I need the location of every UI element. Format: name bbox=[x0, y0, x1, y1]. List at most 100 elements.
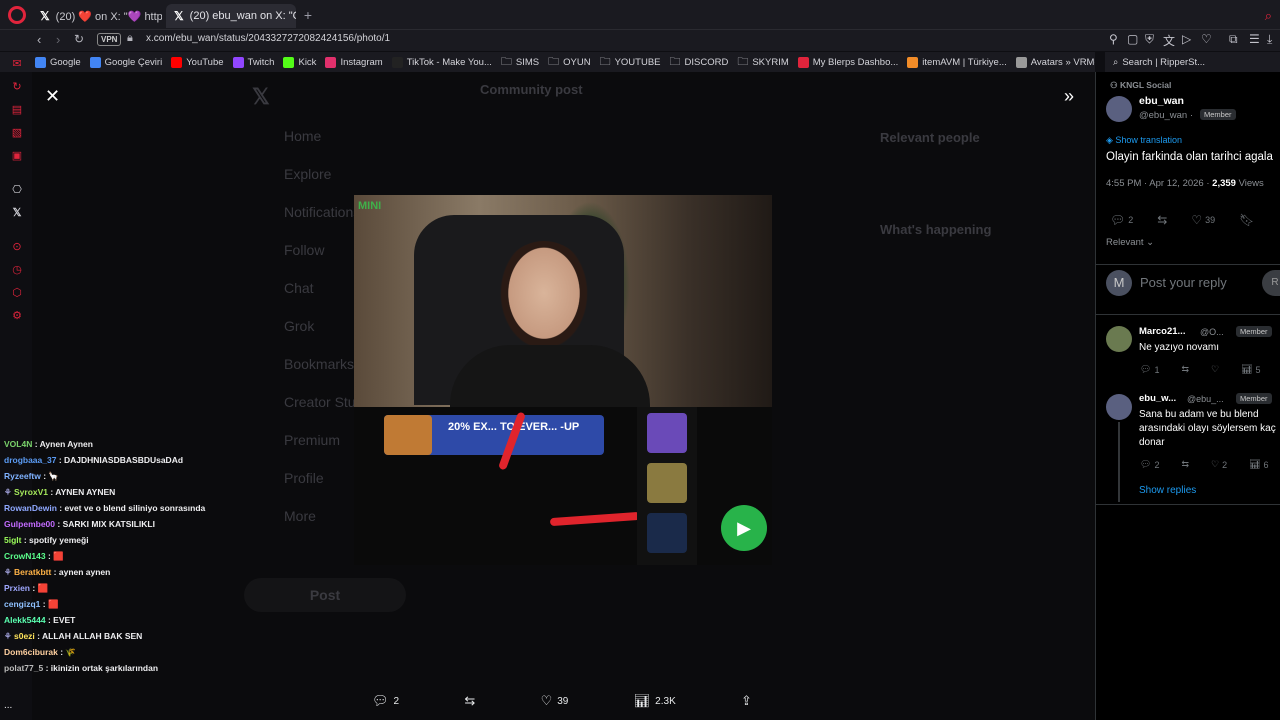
chat-username[interactable]: Beratkbtt bbox=[14, 567, 51, 577]
bookmark-button[interactable]: 🔖︎ bbox=[1239, 213, 1254, 227]
messenger-icon[interactable]: ✉ bbox=[10, 57, 24, 71]
chat-username[interactable]: Prxien bbox=[4, 583, 30, 593]
new-tab-button[interactable]: + bbox=[300, 7, 316, 23]
bookmark-item[interactable]: Google Çeviri bbox=[89, 56, 162, 68]
chat-username[interactable]: Dom6ciburak bbox=[4, 647, 58, 657]
like-button[interactable]: ♡ 2 bbox=[1211, 459, 1227, 470]
community-label[interactable]: ⚇ KNGL Social bbox=[1110, 80, 1171, 91]
post-timestamp[interactable]: 4:55 PM · Apr 12, 2026 · bbox=[1106, 178, 1210, 189]
comment-author-handle[interactable]: @O... bbox=[1200, 327, 1224, 337]
chat-username[interactable]: cengizq1 bbox=[4, 599, 40, 609]
bookmark-item[interactable]: 🗀︎ SIMS bbox=[501, 56, 539, 68]
reply-submit-button[interactable]: R bbox=[1262, 270, 1280, 296]
url-field[interactable]: x.com/ebu_wan/status/2043327272082424156… bbox=[146, 33, 390, 44]
chat-username[interactable]: s0ezi bbox=[14, 631, 35, 641]
bookmark-item[interactable]: Avatars » VRMode... bbox=[1015, 56, 1095, 68]
easy-setup-icon[interactable]: ☰ bbox=[1249, 32, 1260, 46]
views-button[interactable]: 📊︎ 2.3K bbox=[634, 693, 676, 709]
views-button[interactable]: 📊︎ 6 bbox=[1249, 459, 1268, 470]
comment-author-handle[interactable]: @ebu_... bbox=[1187, 394, 1224, 404]
bookmark-item[interactable]: Kick bbox=[283, 56, 316, 68]
chat-username[interactable]: drogbaaa_37 bbox=[4, 455, 56, 465]
author-avatar[interactable] bbox=[1106, 96, 1132, 122]
repost-button[interactable]: ⇆ bbox=[1181, 459, 1189, 470]
translate-icon[interactable]: 文 bbox=[1163, 32, 1175, 49]
chat-username[interactable]: polat77_5 bbox=[4, 663, 43, 673]
bookmark-item[interactable]: YouTube bbox=[171, 56, 224, 68]
chat-username[interactable]: 5iglt bbox=[4, 535, 21, 545]
views-button[interactable]: 📊︎ 5 bbox=[1241, 364, 1260, 375]
forward-icon[interactable]: › bbox=[56, 32, 60, 47]
like-button[interactable]: ♡ 39 bbox=[541, 693, 569, 709]
bookmark-item[interactable]: Instagram bbox=[325, 56, 383, 68]
settings-icon[interactable]: ⚙ bbox=[10, 309, 24, 323]
chat-username[interactable]: Ryzeeftw bbox=[4, 471, 41, 481]
like-button[interactable]: ♡ bbox=[1211, 364, 1219, 375]
pin-icon[interactable]: ⚲ bbox=[1109, 32, 1118, 46]
reply-button[interactable]: 💬︎ 2 bbox=[1110, 213, 1133, 227]
shield-icon[interactable]: ⛨ bbox=[1145, 32, 1154, 47]
bookmark-item[interactable]: My Blerps Dashbo... bbox=[797, 56, 898, 68]
back-icon[interactable]: ‹ bbox=[37, 32, 41, 47]
bookmark-icon[interactable]: ▢ bbox=[1127, 32, 1138, 46]
like-button[interactable]: ♡ 39 bbox=[1191, 213, 1215, 227]
bookmark-item[interactable]: Twitch bbox=[232, 56, 274, 68]
show-translation-link[interactable]: ◈ Show translation bbox=[1106, 135, 1182, 146]
bookmark-item[interactable]: 🗀︎ SKYRIM bbox=[737, 56, 788, 68]
search-tabs-icon[interactable]: ⌕ bbox=[1265, 8, 1272, 24]
reload-icon[interactable]: ↻ bbox=[74, 32, 84, 46]
extensions-sidebar-icon[interactable]: ⬡ bbox=[10, 286, 24, 300]
player-icon[interactable]: ▣ bbox=[10, 149, 24, 163]
bookmark-item[interactable]: 🗀︎ YOUTUBE bbox=[600, 56, 661, 68]
chat-username[interactable]: SyroxV1 bbox=[14, 487, 48, 497]
aria-icon[interactable]: ↻ bbox=[10, 80, 24, 94]
shopping-icon[interactable]: ▤ bbox=[10, 103, 24, 117]
close-icon[interactable]: ✕ bbox=[45, 86, 60, 107]
pinboard-icon[interactable]: ▧ bbox=[10, 126, 24, 140]
comment-author-name[interactable]: Marco21... bbox=[1139, 326, 1185, 337]
speed-dial-icon[interactable]: ⊙ bbox=[10, 240, 24, 254]
chat-username[interactable]: CrowN143 bbox=[4, 551, 46, 561]
author-name[interactable]: ebu_wan bbox=[1139, 95, 1184, 107]
reply-button[interactable]: 💬︎ 1 bbox=[1140, 364, 1159, 375]
bookmark-item[interactable]: itemAVM | Türkiye... bbox=[907, 56, 1007, 68]
share-button[interactable]: ⇪ bbox=[741, 693, 752, 709]
promo-banner-image bbox=[384, 415, 432, 455]
x-sidebar-icon[interactable]: 𝕏 bbox=[10, 206, 24, 220]
bookmark-item[interactable]: 🗀︎ OYUN bbox=[548, 56, 590, 68]
opera-logo-icon[interactable] bbox=[8, 6, 26, 24]
repost-button[interactable]: ⇆ bbox=[464, 693, 475, 709]
reply-button[interactable]: 💬︎ 2 bbox=[372, 693, 399, 709]
comment-avatar[interactable] bbox=[1106, 326, 1132, 352]
browser-tab-2[interactable]: 𝕏 (20) ebu_wan on X: "Olayı bbox=[166, 4, 296, 28]
extensions-icon[interactable]: ⧉ bbox=[1229, 32, 1238, 47]
browser-tab-1[interactable]: 𝕏 (20) ❤️ on X: "💜 https bbox=[32, 4, 162, 28]
lock-icon[interactable]: 🔒︎ bbox=[127, 32, 133, 45]
history-icon[interactable]: ◷ bbox=[10, 263, 24, 277]
comment-author-name[interactable]: ebu_w... bbox=[1139, 393, 1176, 404]
bookmark-search-ripper[interactable]: ⌕ Search | RipperSt... bbox=[1105, 52, 1280, 72]
reply-button[interactable]: 💬︎ 2 bbox=[1140, 459, 1159, 470]
comment-avatar[interactable] bbox=[1106, 394, 1132, 420]
bookmark-item[interactable]: 🗀︎ DISCORD bbox=[670, 56, 729, 68]
sort-dropdown[interactable]: Relevant ⌄ bbox=[1106, 237, 1154, 248]
chatgpt-icon[interactable]: ⎔ bbox=[10, 183, 24, 197]
repost-button[interactable]: ⇆ bbox=[1157, 213, 1167, 227]
play-icon[interactable]: ▷ bbox=[1182, 32, 1191, 46]
chat-username[interactable]: Alekk5444 bbox=[4, 615, 46, 625]
download-icon[interactable]: ⤓ bbox=[1267, 32, 1272, 47]
post-photo[interactable]: MINI 20% EX... TO EVER... -UP ▶ bbox=[354, 195, 772, 565]
vpn-badge[interactable]: VPN bbox=[97, 33, 122, 46]
bookmark-item[interactable]: Google bbox=[35, 56, 81, 68]
nav-explore: Explore bbox=[284, 166, 332, 182]
author-handle[interactable]: @ebu_wan · bbox=[1139, 110, 1193, 121]
show-replies-link[interactable]: Show replies bbox=[1139, 485, 1196, 496]
repost-button[interactable]: ⇆ bbox=[1181, 364, 1189, 375]
chat-username[interactable]: VOL4N bbox=[4, 439, 32, 449]
heart-icon[interactable]: ♡ bbox=[1201, 32, 1212, 46]
chat-username[interactable]: Gulpembe00 bbox=[4, 519, 55, 529]
chat-username[interactable]: RowanDewin bbox=[4, 503, 57, 513]
reply-input[interactable]: Post your reply bbox=[1140, 275, 1227, 290]
expand-icon[interactable]: » bbox=[1064, 86, 1074, 107]
bookmark-item[interactable]: TikTok - Make You... bbox=[391, 56, 492, 68]
